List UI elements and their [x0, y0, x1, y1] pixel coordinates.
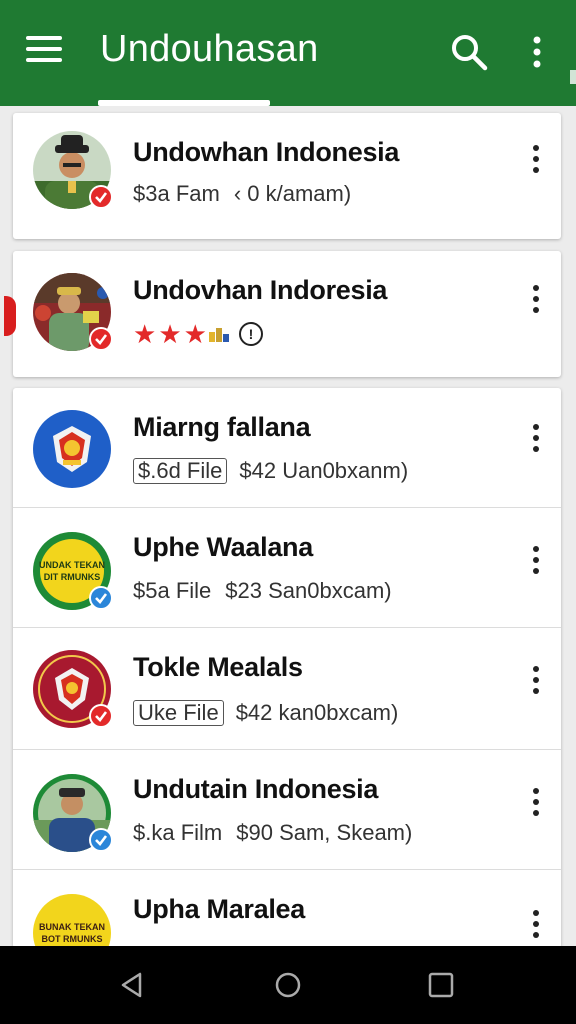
item-name: Miarng fallana [133, 412, 311, 442]
file-tag: $.6d File [133, 458, 228, 484]
list-item[interactable]: BUNAK TEKAN BOT RMUNKS Upha Maralea [13, 870, 561, 948]
verified-badge-icon [89, 586, 113, 610]
star-icon: ★ [158, 319, 182, 349]
item-meta: $.6d File $42 Uan0bxanm) [133, 458, 408, 484]
logo-text: UNDAK TEKAN [39, 560, 105, 570]
item-meta-detail: $42 Uan0bxanm) [239, 458, 409, 483]
item-meta-detail: $23 San0bxcam) [225, 578, 392, 603]
item-meta: $3a Fam ‹ 0 k/amam) [133, 181, 351, 207]
item-more-icon[interactable] [529, 666, 543, 694]
file-tag: Uke File [133, 700, 224, 726]
list-item[interactable]: UNDAK TEKAN DIT RMUNKS Uphe Waalana $5a … [13, 508, 561, 628]
avatar [33, 774, 113, 852]
item-name: Undowhan Indonesia [133, 137, 400, 167]
item-meta-size: $3a Fam [133, 181, 220, 206]
avatar: BUNAK TEKAN BOT RMUNKS [33, 894, 111, 948]
warning-icon: ! [238, 322, 263, 346]
item-name: Upha Maralea [133, 894, 305, 924]
avatar: UNDAK TEKAN DIT RMUNKS [33, 532, 113, 610]
item-more-icon[interactable] [529, 788, 543, 816]
side-decoration [4, 296, 16, 336]
avatar [33, 410, 111, 488]
app-title: Undouhasan [100, 28, 319, 70]
item-name: Undovhan Indoresia [133, 275, 388, 305]
colored-blocks-icon [208, 324, 231, 344]
logo-text: BUNAK TEKAN [39, 922, 105, 932]
back-icon[interactable] [118, 970, 148, 1000]
list-card-1[interactable]: Undowhan Indonesia $3a Fam ‹ 0 k/amam) [13, 113, 561, 239]
app-bar: Undouhasan [0, 0, 576, 106]
avatar [33, 131, 113, 209]
search-icon[interactable] [449, 32, 489, 72]
avatar [33, 273, 113, 351]
rating: ★ ★ ★ ! [133, 321, 263, 347]
item-meta: $5a File $23 San0bxcam) [133, 578, 392, 604]
item-meta: Uke File $42 kan0bxcam) [133, 700, 398, 726]
avatar [33, 650, 113, 728]
verified-badge-icon [89, 828, 113, 852]
recents-icon[interactable] [426, 970, 456, 1000]
item-meta-detail: $90 Sam, Skeam) [236, 820, 413, 845]
item-more-icon[interactable] [529, 910, 543, 938]
list-item[interactable]: Tokle Mealals Uke File $42 kan0bxcam) [13, 628, 561, 750]
item-meta-detail: $42 kan0bxcam) [235, 700, 399, 725]
item-more-icon[interactable] [529, 285, 543, 313]
system-nav-bar [0, 946, 576, 1024]
menu-icon[interactable] [26, 36, 62, 66]
logo-text: BOT RMUNKS [42, 934, 103, 944]
item-name: Undutain Indonesia [133, 774, 379, 804]
item-name: Tokle Mealals [133, 652, 303, 682]
home-icon[interactable] [273, 970, 303, 1000]
item-more-icon[interactable] [529, 546, 543, 574]
item-more-icon[interactable] [529, 145, 543, 173]
list-card-2[interactable]: Undovhan Indoresia ★ ★ ★ ! [13, 251, 561, 377]
edge-marker [570, 70, 576, 84]
item-meta-size: $5a File [133, 578, 212, 603]
list-card-group: Miarng fallana $.6d File $42 Uan0bxanm) … [13, 388, 561, 948]
verified-badge-icon [89, 704, 113, 728]
item-name: Uphe Waalana [133, 532, 313, 562]
item-meta-size: $.ka Film [133, 820, 223, 845]
active-tab-indicator [98, 100, 270, 106]
verified-badge-icon [89, 327, 113, 351]
logo-text: DIT RMUNKS [44, 572, 101, 582]
verified-badge-icon [89, 185, 113, 209]
item-meta: $.ka Film $90 Sam, Skeam) [133, 820, 412, 846]
item-more-icon[interactable] [529, 424, 543, 452]
more-options-icon[interactable] [529, 32, 545, 72]
list-item[interactable]: Undutain Indonesia $.ka Film $90 Sam, Sk… [13, 750, 561, 870]
star-icon: ★ [183, 319, 207, 349]
item-meta-detail: ‹ 0 k/amam) [233, 181, 352, 206]
star-icon: ★ [133, 319, 157, 349]
list-item[interactable]: Miarng fallana $.6d File $42 Uan0bxanm) [13, 388, 561, 508]
